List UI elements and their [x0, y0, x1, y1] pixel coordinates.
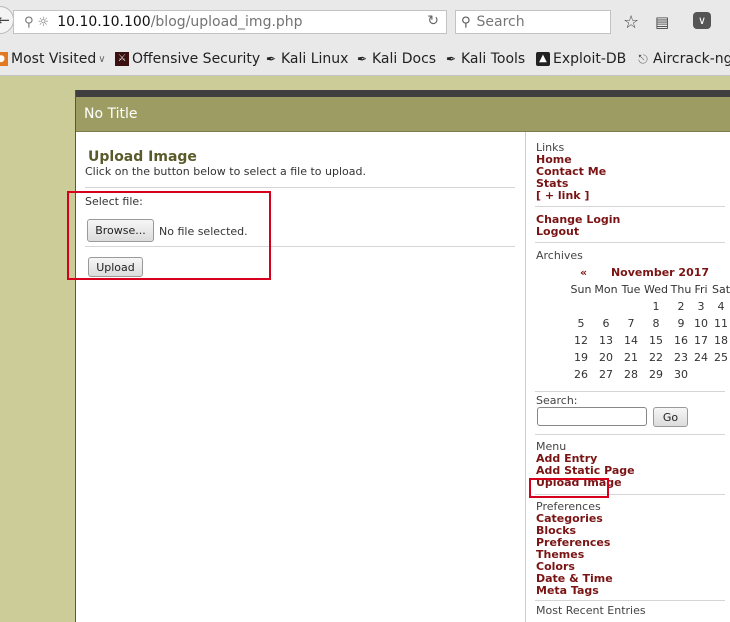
calendar-day[interactable]: 12 — [568, 334, 594, 347]
reading-list-icon[interactable]: ▤ — [655, 13, 669, 31]
sidebar: Links Home Contact Me Stats [ + link ] C… — [525, 132, 730, 622]
calendar-day[interactable]: 7 — [618, 317, 644, 330]
calendar-day[interactable]: 26 — [568, 368, 594, 381]
bookmark-label: Exploit-DB — [553, 51, 627, 67]
upload-instruction: Click on the button below to select a fi… — [85, 165, 366, 178]
divider — [535, 391, 725, 392]
bookmark-label: Kali Tools — [461, 51, 526, 67]
calendar-day[interactable]: 6 — [593, 317, 619, 330]
weekday: Sun — [570, 283, 592, 296]
calendar-day[interactable]: 11 — [708, 317, 730, 330]
search-icon: ⚲ — [461, 14, 471, 30]
kali-dragon-icon: ✒ — [356, 52, 368, 66]
calendar-day[interactable]: 15 — [643, 334, 669, 347]
bookmark-label: Kali Linux — [281, 51, 349, 67]
most-recent-heading: Most Recent Entries — [536, 604, 646, 617]
kali-dragon-icon: ✒ — [445, 52, 457, 66]
calendar-prev[interactable]: « — [580, 266, 587, 279]
calendar-day[interactable]: 5 — [568, 317, 594, 330]
bookmark-most-visited[interactable]: ● Most Visited ∨ — [0, 51, 106, 67]
pref-meta-tags[interactable]: Meta Tags — [536, 584, 599, 597]
reload-icon[interactable]: ↻ — [427, 13, 439, 29]
link-logout[interactable]: Logout — [536, 225, 579, 238]
calendar-day[interactable]: 4 — [708, 300, 730, 313]
kali-dragon-icon: ✒ — [265, 52, 277, 66]
weekday: Sat — [711, 283, 730, 296]
sidebar-search-input[interactable] — [537, 407, 647, 426]
calendar-day[interactable]: 21 — [618, 351, 644, 364]
weekday: Tue — [621, 283, 641, 296]
bookmark-label: Kali Docs — [372, 51, 437, 67]
search-bar[interactable]: ⚲ Search — [455, 10, 611, 34]
link-add-link[interactable]: [ + link ] — [536, 189, 589, 202]
calendar-day[interactable]: 1 — [643, 300, 669, 313]
bookmark-label: Aircrack-ng — [653, 51, 730, 67]
bookmark-offensive-security[interactable]: ⚔ Offensive Security — [115, 51, 260, 67]
calendar-day[interactable]: 19 — [568, 351, 594, 364]
bookmark-label: Offensive Security — [132, 51, 261, 67]
frame-top-bar — [76, 90, 730, 97]
calendar-day[interactable]: 27 — [593, 368, 619, 381]
rss-icon: ● — [0, 52, 8, 66]
exploit-db-icon: ▲ — [536, 52, 550, 66]
bookmark-kali-tools[interactable]: ✒ Kali Tools — [444, 51, 525, 67]
bookmark-star-icon[interactable]: ☆ — [623, 12, 639, 33]
divider — [85, 187, 515, 188]
calendar-day[interactable]: 14 — [618, 334, 644, 347]
globe-icon[interactable]: ☼ — [38, 15, 50, 30]
browser-navbar: ← ⚲ ☼ 10.10.10.100/blog/upload_img.php ↻… — [0, 0, 730, 44]
bookmark-label: Most Visited — [11, 51, 97, 67]
calendar-day[interactable]: 18 — [708, 334, 730, 347]
upload-title: Upload Image — [88, 149, 197, 165]
divider — [535, 206, 725, 207]
key-icon[interactable]: ⚲ — [24, 15, 34, 30]
divider — [535, 434, 725, 435]
blog-title: No Title — [84, 106, 138, 122]
url-bar[interactable]: ⚲ ☼ 10.10.10.100/blog/upload_img.php ↻ — [13, 10, 447, 34]
divider — [535, 242, 725, 243]
go-button[interactable]: Go — [653, 407, 688, 427]
weekday: Wed — [644, 283, 668, 296]
weekday: Mon — [594, 283, 618, 296]
calendar-day[interactable]: 29 — [643, 368, 669, 381]
calendar-month: November 2017 — [610, 266, 710, 279]
chevron-down-icon: ∨ — [98, 53, 106, 65]
divider — [535, 600, 725, 601]
pocket-icon[interactable]: ∨ — [693, 12, 711, 29]
bookmark-exploit-db[interactable]: ▲ Exploit-DB — [536, 51, 626, 67]
archives-heading: Archives — [536, 249, 583, 262]
bookmark-kali-docs[interactable]: ✒ Kali Docs — [355, 51, 436, 67]
offsec-icon: ⚔ — [115, 52, 129, 66]
search-placeholder: Search — [476, 14, 525, 30]
bookmark-aircrack-ng[interactable]: ⎋ Aircrack-ng — [636, 51, 730, 67]
calendar-day[interactable]: 22 — [643, 351, 669, 364]
blog-frame: No Title Upload Image Click on the butto… — [75, 90, 730, 622]
url-host: 10.10.10.100 — [57, 14, 151, 30]
calendar-day[interactable]: 13 — [593, 334, 619, 347]
search-heading: Search: — [536, 394, 578, 407]
back-arrow-icon: ← — [0, 11, 10, 29]
calendar-day[interactable]: 30 — [668, 368, 694, 381]
bookmarks-toolbar: ● Most Visited ∨ ⚔ Offensive Security ✒ … — [0, 44, 730, 76]
calendar-day[interactable]: 25 — [708, 351, 730, 364]
aircrack-icon: ⎋ — [638, 52, 648, 66]
calendar-day[interactable]: 8 — [643, 317, 669, 330]
highlight-box-upload-link — [529, 478, 609, 498]
calendar-day[interactable]: 20 — [593, 351, 619, 364]
highlight-box-upload-form — [67, 191, 271, 280]
calendar-day[interactable]: 28 — [618, 368, 644, 381]
blog-header: No Title — [76, 97, 730, 132]
page-background: No Title Upload Image Click on the butto… — [0, 76, 730, 622]
url-path: /blog/upload_img.php — [150, 14, 303, 30]
bookmark-kali-linux[interactable]: ✒ Kali Linux — [264, 51, 349, 67]
back-button[interactable]: ← — [0, 6, 14, 34]
